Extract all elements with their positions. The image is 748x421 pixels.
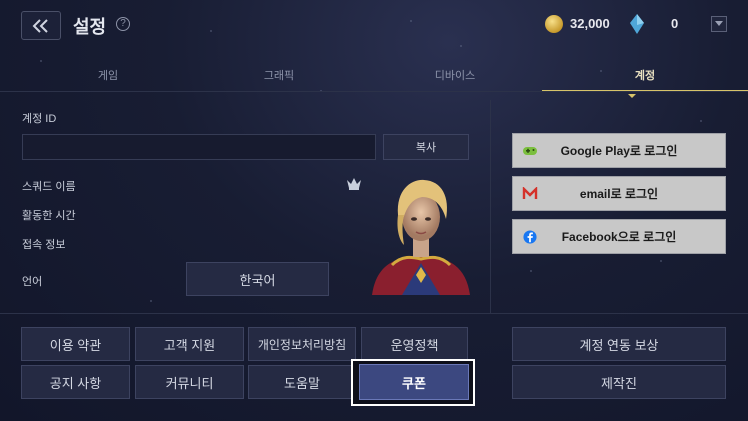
- google-play-login-button[interactable]: Google Play로 로그인: [512, 133, 726, 168]
- facebook-icon: [523, 230, 537, 244]
- gem-amount: 0: [671, 16, 679, 31]
- squad-name-label: 스쿼드 이름: [22, 181, 76, 193]
- page-title: 설정: [73, 17, 107, 37]
- notice-button[interactable]: 공지 사항: [21, 365, 130, 399]
- language-label: 언어: [22, 276, 43, 288]
- help-button[interactable]: 도움말: [248, 365, 356, 399]
- community-button[interactable]: 커뮤니티: [135, 365, 244, 399]
- account-id-label: 계정 ID: [22, 113, 57, 125]
- tab-account[interactable]: 계정: [542, 64, 748, 92]
- chevron-down-icon: [715, 21, 723, 26]
- gem-icon: [630, 14, 644, 34]
- help-icon[interactable]: ?: [116, 17, 130, 31]
- facebook-login-label: Facebook으로 로그인: [561, 230, 677, 244]
- captain-marvel-avatar: [372, 179, 470, 295]
- tab-device[interactable]: 디바이스: [352, 64, 558, 92]
- settings-tabs: 게임 그래픽 디바이스 계정: [0, 64, 748, 92]
- gmail-icon: [522, 187, 538, 199]
- back-button[interactable]: [21, 11, 61, 40]
- section-divider: [0, 313, 748, 314]
- email-login-button[interactable]: email로 로그인: [512, 176, 726, 211]
- coupon-button[interactable]: 쿠폰: [359, 364, 469, 400]
- operation-policy-button[interactable]: 운영정책: [361, 327, 468, 361]
- facebook-login-button[interactable]: Facebook으로 로그인: [512, 219, 726, 254]
- double-chevron-left-icon: [32, 18, 48, 33]
- terms-button[interactable]: 이용 약관: [21, 327, 130, 361]
- gold-coin-icon: [545, 15, 563, 33]
- currency-dropdown-button[interactable]: [711, 16, 727, 32]
- active-time-label: 활동한 시간: [22, 210, 76, 222]
- privacy-policy-button[interactable]: 개인정보처리방침: [248, 327, 356, 361]
- gamepad-icon: [523, 147, 537, 155]
- crown-icon: [347, 178, 361, 190]
- account-link-reward-button[interactable]: 계정 연동 보상: [512, 327, 726, 361]
- language-select[interactable]: 한국어: [186, 262, 329, 296]
- customer-support-button[interactable]: 고객 지원: [135, 327, 244, 361]
- active-tab-indicator: [628, 94, 636, 98]
- tab-divider: [0, 91, 748, 92]
- email-login-label: email로 로그인: [579, 187, 659, 201]
- account-id-field: [22, 134, 376, 160]
- copy-button[interactable]: 복사: [383, 134, 469, 160]
- panel-divider: [490, 100, 491, 313]
- credits-button[interactable]: 제작진: [512, 365, 726, 399]
- google-play-login-label: Google Play로 로그인: [560, 144, 678, 158]
- gold-amount: 32,000: [570, 16, 610, 31]
- connection-info-label: 접속 정보: [22, 239, 66, 251]
